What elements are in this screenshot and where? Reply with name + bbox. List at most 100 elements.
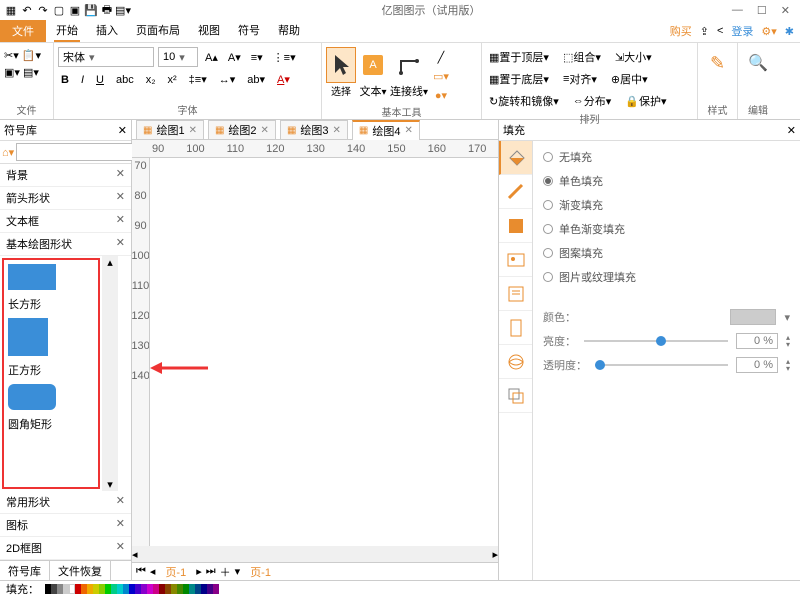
page-last-icon[interactable]: ⏭	[206, 565, 216, 578]
connector-tool[interactable]	[392, 47, 426, 83]
login-link[interactable]: 登录	[731, 23, 753, 39]
tab-symbol-library[interactable]: 符号库	[0, 561, 50, 580]
stepper-icon[interactable]: ▴▾	[786, 334, 790, 348]
home-icon[interactable]: ⌂▾	[2, 146, 14, 159]
share2-icon[interactable]: <	[717, 25, 723, 37]
spacing-icon[interactable]: ↔▾	[216, 71, 239, 88]
align-icon[interactable]: ≡▾	[248, 49, 266, 66]
distribute-btn[interactable]: ⇔ 分布▾	[570, 91, 615, 111]
stepper-icon[interactable]: ▴▾	[786, 358, 790, 372]
close-panel-icon[interactable]: ✕	[787, 124, 796, 137]
share-icon[interactable]: ⇪	[700, 25, 709, 38]
horizontal-scrollbar[interactable]: ◂▸	[132, 546, 498, 562]
file-menu[interactable]: 文件	[0, 20, 46, 42]
category-basicshapes[interactable]: 基本绘图形状✕	[0, 233, 131, 256]
settings-icon[interactable]: ⚙▾	[761, 25, 776, 38]
bring-bottom[interactable]: ▦ 置于底层▾	[486, 69, 552, 89]
category-2dblocks[interactable]: 2D框图✕	[0, 537, 131, 560]
tab-file-recovery[interactable]: 文件恢复	[50, 561, 111, 580]
font-size-combo[interactable]: 10▾	[158, 47, 198, 67]
shape-rectangle[interactable]	[8, 264, 56, 290]
open-icon[interactable]: ▣	[68, 3, 82, 17]
maximize-icon[interactable]: ☐	[757, 4, 767, 17]
rtab-fill-icon[interactable]	[499, 141, 532, 175]
rtab-globe-icon[interactable]	[499, 345, 532, 379]
close-icon[interactable]: ✕	[116, 236, 125, 252]
doc-tab-1[interactable]: ▦绘图1✕	[136, 120, 204, 139]
line-tool-icon[interactable]: ╱	[430, 49, 452, 66]
fontcolor-icon[interactable]: A▾	[274, 71, 293, 88]
size-btn[interactable]: ⇲ 大小▾	[612, 47, 655, 67]
category-common[interactable]: 常用形状✕	[0, 491, 131, 514]
shape-roundrect[interactable]	[8, 384, 56, 410]
opacity-slider[interactable]	[595, 364, 728, 366]
minimize-icon[interactable]: —	[732, 4, 743, 17]
italic-icon[interactable]: I	[78, 72, 87, 88]
radio-picture-fill[interactable]: 图片或纹理填充	[543, 269, 790, 285]
protect-btn[interactable]: 🔒 保护▾	[622, 91, 669, 111]
bring-top[interactable]: ▦ 置于顶层▾	[486, 47, 552, 67]
select-tool[interactable]	[326, 47, 356, 83]
subscript-icon[interactable]: x₂	[143, 72, 159, 88]
radio-solid-fill[interactable]: 单色填充	[543, 173, 790, 189]
redo-icon[interactable]: ↷	[36, 3, 50, 17]
page-prev-icon[interactable]: ◂	[150, 565, 156, 578]
align-btn[interactable]: ≡ 对齐▾	[560, 69, 600, 89]
category-textbox[interactable]: 文本框✕	[0, 210, 131, 233]
ellipse-tool-icon[interactable]: ●▾	[430, 87, 452, 104]
bold-icon[interactable]: B	[58, 72, 72, 88]
tab-pagelayout[interactable]: 页面布局	[134, 20, 182, 42]
center-btn[interactable]: ⊕ 居中▾	[608, 69, 651, 89]
tab-start[interactable]: 开始	[54, 20, 80, 42]
close-icon[interactable]: ✕	[116, 517, 125, 533]
underline-icon[interactable]: U	[93, 72, 107, 88]
group-btn[interactable]: ⬚ 组合▾	[560, 47, 604, 67]
category-icons[interactable]: 图标✕	[0, 514, 131, 537]
rtab-shadow-icon[interactable]	[499, 209, 532, 243]
close-icon[interactable]: ✕	[781, 4, 790, 17]
text-tool[interactable]: A	[358, 47, 388, 83]
page-tab-2[interactable]: 页-1	[244, 564, 277, 580]
decrease-font-icon[interactable]: A▾	[225, 49, 244, 66]
rotate-btn[interactable]: ↻ 旋转和镜像▾	[486, 91, 562, 111]
page-add-icon[interactable]: ＋	[220, 564, 231, 580]
category-background[interactable]: 背景✕	[0, 164, 131, 187]
page-first-icon[interactable]: ⏮	[136, 565, 146, 578]
save-icon[interactable]: 💾	[84, 3, 98, 17]
doc-tab-3[interactable]: ▦绘图3✕	[280, 120, 348, 139]
close-icon[interactable]: ✕	[116, 190, 125, 206]
superscript-icon[interactable]: x²	[165, 72, 180, 88]
close-icon[interactable]: ✕	[116, 494, 125, 510]
print-icon[interactable]: 🖶	[100, 3, 114, 17]
shape-square[interactable]	[8, 318, 48, 356]
rtab-page-icon[interactable]	[499, 311, 532, 345]
page-menu-icon[interactable]: ▾	[235, 565, 241, 578]
highlight-icon[interactable]: ab▾	[244, 71, 268, 88]
style-icon[interactable]: ✎	[707, 51, 728, 76]
radio-solid-gradient[interactable]: 单色渐变填充	[543, 221, 790, 237]
page-next-icon[interactable]: ▸	[196, 565, 202, 578]
font-name-combo[interactable]: 宋体▾	[58, 47, 154, 67]
tab-help[interactable]: 帮助	[276, 20, 302, 42]
rtab-line-icon[interactable]	[499, 175, 532, 209]
canvas[interactable]	[150, 158, 498, 546]
tab-symbol[interactable]: 符号	[236, 20, 262, 42]
page-tab-1[interactable]: 页-1	[159, 564, 192, 580]
shape-scrollbar[interactable]: ▴▾	[102, 256, 118, 491]
tab-view[interactable]: 视图	[196, 20, 222, 42]
doc-tab-2[interactable]: ▦绘图2✕	[208, 120, 276, 139]
opacity-value[interactable]: 0 %	[736, 357, 778, 373]
bullets-icon[interactable]: ⋮≡▾	[270, 49, 299, 66]
close-icon[interactable]: ✕	[116, 540, 125, 556]
close-panel-icon[interactable]: ✕	[118, 124, 127, 137]
close-icon[interactable]: ✕	[116, 213, 125, 229]
strike-icon[interactable]: abc	[113, 72, 137, 88]
rtab-text-icon[interactable]	[499, 277, 532, 311]
tab-insert[interactable]: 插入	[94, 20, 120, 42]
export-icon[interactable]: ▤▾	[116, 3, 130, 17]
doc-tab-4[interactable]: ▦绘图4✕	[352, 120, 420, 140]
undo-icon[interactable]: ↶	[20, 3, 34, 17]
category-arrows[interactable]: 箭头形状✕	[0, 187, 131, 210]
find-icon[interactable]: 🔍	[745, 51, 771, 75]
rtab-layers-icon[interactable]	[499, 379, 532, 413]
